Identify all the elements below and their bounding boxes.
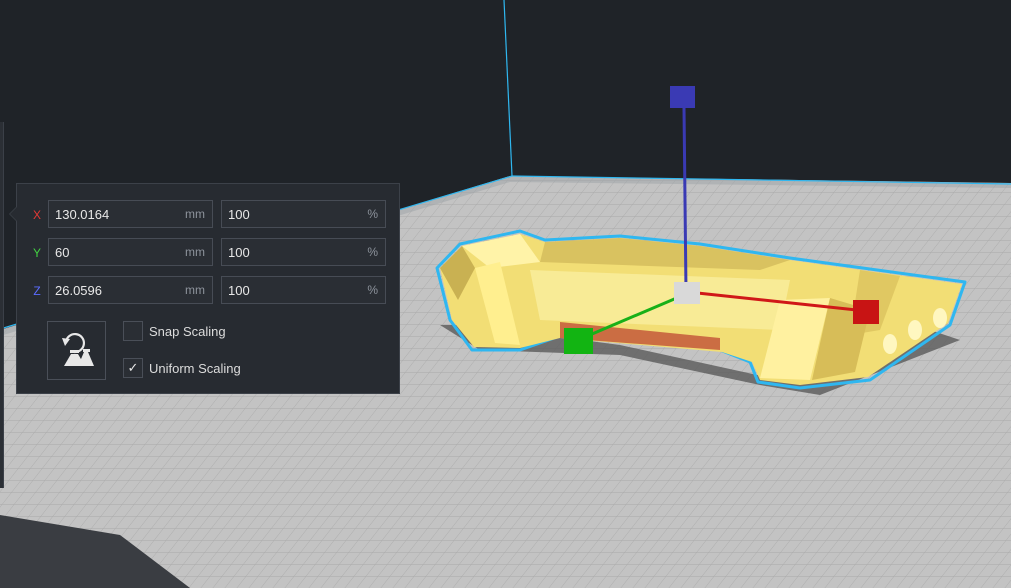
y-percent-value: 100 [228, 245, 250, 260]
panel-pointer [9, 206, 17, 222]
y-percent-input[interactable]: 100 % [221, 238, 386, 266]
y-axis-label: Y [32, 246, 41, 260]
z-percent-unit: % [367, 283, 378, 297]
y-size-value: 60 [55, 245, 70, 260]
x-percent-input[interactable]: 100 % [221, 200, 386, 228]
snap-scaling-checkbox[interactable] [123, 321, 143, 341]
reset-scale-button[interactable] [47, 321, 106, 380]
z-size-unit: mm [185, 283, 205, 297]
x-percent-value: 100 [228, 207, 250, 222]
x-size-unit: mm [185, 207, 205, 221]
snap-scaling-label: Snap Scaling [149, 324, 226, 339]
scale-tool-panel: X 130.0164 mm 100 % Y 60 mm 100 % Z 26.0… [9, 183, 400, 394]
z-percent-value: 100 [228, 283, 250, 298]
z-scale-handle [670, 86, 695, 108]
y-percent-unit: % [367, 245, 378, 259]
x-scale-handle [853, 300, 879, 324]
center-scale-handle [674, 282, 700, 304]
uniform-scaling-label: Uniform Scaling [149, 361, 241, 376]
z-size-value: 26.0596 [55, 283, 102, 298]
uniform-scaling-checkbox[interactable]: ✓ [123, 358, 143, 378]
tool-sidebar-edge [0, 122, 4, 488]
z-percent-input[interactable]: 100 % [221, 276, 386, 304]
x-size-input[interactable]: 130.0164 mm [48, 200, 213, 228]
scale-reset-icon [62, 332, 94, 366]
y-scale-handle [564, 328, 593, 354]
x-percent-unit: % [367, 207, 378, 221]
x-axis-label: X [32, 208, 41, 222]
y-size-unit: mm [185, 245, 205, 259]
y-size-input[interactable]: 60 mm [48, 238, 213, 266]
x-size-value: 130.0164 [55, 207, 110, 222]
z-axis-label: Z [33, 284, 41, 298]
z-size-input[interactable]: 26.0596 mm [48, 276, 213, 304]
